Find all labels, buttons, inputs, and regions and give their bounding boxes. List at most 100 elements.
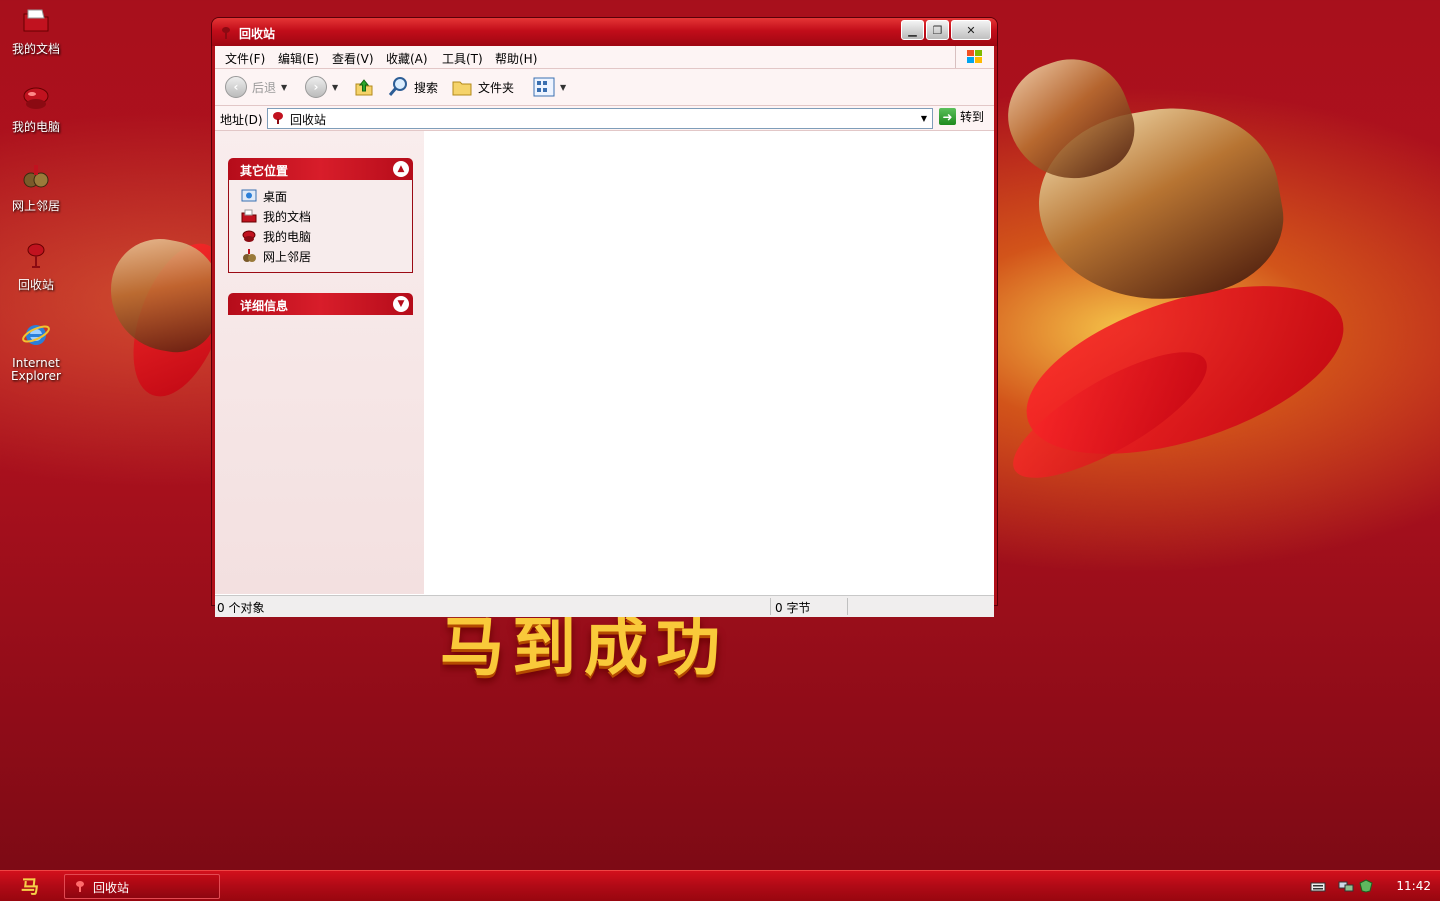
- details-title: 详细信息: [240, 299, 289, 313]
- taskbar-clock[interactable]: 11:42: [1396, 879, 1431, 893]
- forward-arrow-icon: ›: [305, 76, 327, 98]
- menu-file[interactable]: 文件(F): [225, 50, 265, 67]
- details-panel: 详细信息 ▼: [228, 293, 413, 315]
- address-bar: 地址(D) 回收站 ▼ ➜ 转到: [215, 106, 994, 131]
- desktop-icon-my-documents[interactable]: 我的文档: [4, 4, 68, 56]
- window-client: 文件(F) 编辑(E) 查看(V) 收藏(A) 工具(T) 帮助(H) ‹ 后退…: [215, 46, 994, 617]
- back-arrow-icon: ‹: [225, 76, 247, 98]
- chevron-down-icon: ▼: [560, 82, 567, 92]
- go-label: 转到: [960, 110, 985, 124]
- forward-button[interactable]: › ▼: [305, 76, 338, 98]
- views-button[interactable]: ▼: [533, 76, 566, 98]
- status-bar: 0 个对象 0 字节: [215, 595, 994, 617]
- menu-view[interactable]: 查看(V): [332, 50, 374, 67]
- recycle-bin-window: 回收站 ▁ ❐ ✕ 文件(F) 编辑(E) 查看(V) 收藏(A) 工具(T) …: [212, 18, 997, 617]
- network-icon[interactable]: [1338, 879, 1354, 893]
- address-input[interactable]: 回收站 ▼: [267, 108, 933, 129]
- my-computer-icon: [23, 87, 49, 109]
- place-link-label: 网上邻居: [263, 249, 312, 264]
- other-places-header[interactable]: 其它位置 ▲: [228, 158, 413, 180]
- start-button[interactable]: 马: [10, 874, 50, 898]
- folders-button[interactable]: 文件夹: [451, 76, 514, 98]
- network-places-icon: [243, 249, 256, 262]
- desktop-icon-label: 回收站: [17, 278, 54, 292]
- menu-tools[interactable]: 工具(T): [442, 50, 483, 67]
- place-link-network-places[interactable]: 网上邻居: [229, 246, 412, 266]
- desktop-icon-recycle-bin[interactable]: 回收站: [4, 240, 68, 292]
- system-tray: 11:42: [1310, 871, 1440, 901]
- search-button[interactable]: 搜索: [387, 76, 438, 98]
- desktop-icon-my-computer[interactable]: 我的电脑: [4, 82, 68, 134]
- status-divider: [770, 598, 771, 615]
- windows-logo: [955, 46, 994, 68]
- status-size: 0 字节: [775, 601, 811, 615]
- desktop-icon-internet-explorer[interactable]: Internet Explorer: [4, 318, 68, 383]
- my-computer-icon: [242, 230, 256, 242]
- other-places-panel: 其它位置 ▲ 桌面 我的文档 我的电脑 网上邻居: [228, 158, 413, 273]
- recycle-bin-icon: [76, 881, 84, 892]
- folder-up-icon: [355, 79, 373, 96]
- desktop-icon-label: 网上邻居: [11, 199, 60, 213]
- desktop-icon-label: Internet Explorer: [11, 356, 61, 383]
- folders-label: 文件夹: [478, 80, 515, 95]
- menu-help[interactable]: 帮助(H): [495, 50, 537, 67]
- chevron-down-icon[interactable]: ▼: [393, 296, 409, 312]
- recycle-bin-icon: [222, 27, 230, 39]
- recycle-bin-icon: [27, 243, 45, 268]
- my-documents-icon: [23, 9, 49, 32]
- address-label: 地址(D): [220, 113, 263, 127]
- close-icon: ✕: [966, 23, 976, 37]
- my-documents-icon: [241, 209, 257, 223]
- desktop-icon-network-places[interactable]: 网上邻居: [4, 161, 68, 213]
- minimize-icon: ▁: [908, 23, 917, 37]
- place-link-desktop[interactable]: 桌面: [229, 186, 412, 206]
- back-label: 后退: [252, 80, 277, 95]
- chevron-down-icon[interactable]: ▼: [281, 83, 287, 92]
- standard-toolbar: ‹ 后退 ▼ › ▼ 搜索 文件夹 ▼: [215, 69, 994, 106]
- restore-icon: ❐: [932, 23, 943, 37]
- window-titlebar[interactable]: 回收站 ▁ ❐ ✕: [212, 18, 997, 46]
- desktop-icon: [241, 189, 257, 202]
- place-link-label: 我的文档: [263, 209, 312, 224]
- windows-flag-icon: [967, 50, 982, 63]
- go-button[interactable]: ➜ 转到: [939, 108, 984, 125]
- chevron-up-icon[interactable]: ▲: [393, 161, 409, 177]
- menu-edit[interactable]: 编辑(E): [278, 50, 319, 67]
- up-button[interactable]: [353, 76, 375, 98]
- task-pane: 其它位置 ▲ 桌面 我的文档 我的电脑 网上邻居 详细信息 ▼: [215, 131, 424, 594]
- caption-buttons: ▁ ❐ ✕: [901, 20, 991, 40]
- file-list-area[interactable]: [424, 131, 994, 594]
- desktop-icon-label: 我的文档: [11, 42, 60, 56]
- minimize-button[interactable]: ▁: [901, 20, 924, 40]
- other-places-list: 桌面 我的文档 我的电脑 网上邻居: [228, 180, 413, 273]
- window-title: 回收站: [239, 27, 276, 41]
- chevron-down-icon[interactable]: ▼: [916, 109, 932, 128]
- status-object-count: 0 个对象: [217, 601, 265, 615]
- internet-explorer-icon: [22, 325, 50, 345]
- chevron-down-icon[interactable]: ▼: [332, 83, 338, 92]
- search-label: 搜索: [414, 80, 439, 95]
- place-link-my-computer[interactable]: 我的电脑: [229, 226, 412, 246]
- taskbar-item-recycle-bin[interactable]: 回收站: [64, 874, 220, 899]
- place-link-label: 我的电脑: [263, 229, 312, 244]
- network-places-icon: [23, 165, 49, 188]
- folder-icon: [452, 81, 472, 96]
- menu-favorites[interactable]: 收藏(A): [386, 50, 428, 67]
- back-button[interactable]: ‹ 后退 ▼: [225, 76, 287, 98]
- address-value: 回收站: [290, 113, 327, 127]
- taskbar: 马 回收站 11:42: [0, 870, 1440, 901]
- security-icon[interactable]: [1358, 879, 1374, 893]
- views-icon: [533, 77, 555, 97]
- maximize-button[interactable]: ❐: [926, 20, 949, 40]
- go-arrow-icon: ➜: [939, 108, 956, 125]
- close-button[interactable]: ✕: [951, 20, 991, 40]
- place-link-my-documents[interactable]: 我的文档: [229, 206, 412, 226]
- place-link-label: 桌面: [263, 189, 288, 204]
- status-divider: [847, 598, 848, 615]
- recycle-bin-icon: [273, 112, 283, 124]
- details-header[interactable]: 详细信息 ▼: [228, 293, 413, 315]
- menu-bar: 文件(F) 编辑(E) 查看(V) 收藏(A) 工具(T) 帮助(H): [215, 46, 994, 69]
- search-icon: [388, 77, 407, 96]
- desktop-icon-label: 我的电脑: [11, 120, 60, 134]
- keyboard-icon[interactable]: [1310, 879, 1326, 893]
